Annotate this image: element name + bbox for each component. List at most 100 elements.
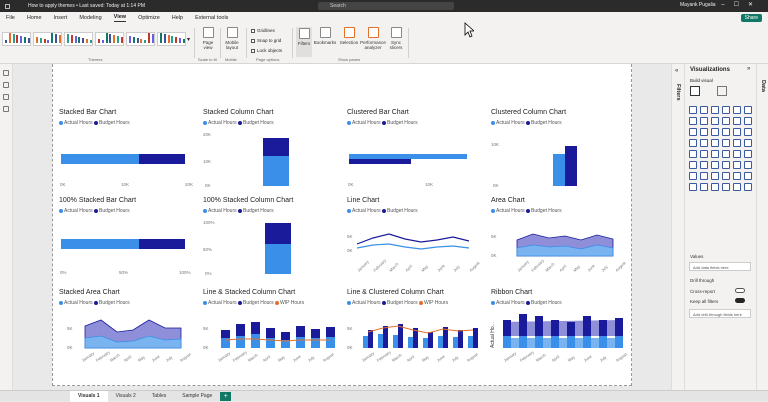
visual-type-icon[interactable] <box>733 139 741 147</box>
visual-type-icon[interactable] <box>744 139 752 147</box>
visual-type-icon[interactable] <box>744 106 752 114</box>
share-button[interactable]: Share <box>740 14 762 22</box>
theme-thumbnail[interactable] <box>126 32 155 46</box>
mobile-layout-button[interactable]: Mobile layout <box>223 27 241 50</box>
add-page-button[interactable]: + <box>220 391 232 401</box>
visual-type-icon[interactable] <box>689 117 697 125</box>
visual-type-icon[interactable] <box>711 150 719 158</box>
clustered-column-chart[interactable]: Clustered Column Chart Actual Hours Budg… <box>491 109 631 197</box>
theme-thumbnail[interactable] <box>2 32 31 46</box>
100-stacked-bar-chart[interactable]: 100% Stacked Bar Chart Actual Hours Budg… <box>59 197 199 285</box>
visual-type-icon[interactable] <box>700 172 708 180</box>
visual-type-icon[interactable] <box>700 150 708 158</box>
visual-type-icon[interactable] <box>722 117 730 125</box>
theme-thumbnail[interactable] <box>95 32 124 46</box>
cross-report-toggle[interactable] <box>735 288 745 293</box>
visual-type-icon[interactable] <box>733 150 741 158</box>
lock-objects-checkbox[interactable]: Lock objects <box>251 48 282 53</box>
visual-type-icon[interactable] <box>722 139 730 147</box>
visual-type-icon[interactable] <box>700 117 708 125</box>
menu-modeling[interactable]: Modeling <box>79 15 101 21</box>
visual-type-icon[interactable] <box>722 172 730 180</box>
visual-type-icon[interactable] <box>700 161 708 169</box>
visual-type-icon[interactable] <box>689 150 697 158</box>
menu-file[interactable]: File <box>6 15 15 21</box>
visual-type-icon[interactable] <box>689 172 697 180</box>
report-view-icon[interactable] <box>3 70 9 76</box>
visual-type-icon[interactable] <box>744 150 752 158</box>
stacked-column-chart[interactable]: Stacked Column Chart Actual Hours Budget… <box>203 109 343 197</box>
visual-type-icon[interactable] <box>722 150 730 158</box>
menu-external-tools[interactable]: External tools <box>195 15 228 21</box>
visual-type-icon[interactable] <box>711 172 719 180</box>
menu-insert[interactable]: Insert <box>54 15 68 21</box>
expand-icon[interactable]: « <box>675 68 678 74</box>
visual-type-icon[interactable] <box>722 161 730 169</box>
100-stacked-column-chart[interactable]: 100% Stacked Column Chart Actual Hours B… <box>203 197 343 285</box>
gridlines-checkbox[interactable]: Gridlines <box>251 28 275 33</box>
model-view-icon[interactable] <box>3 94 9 100</box>
visual-type-icon[interactable] <box>689 106 697 114</box>
stacked-area-chart[interactable]: Stacked Area Chart Actual Hours Budget H… <box>59 289 199 377</box>
visual-type-icon[interactable] <box>711 161 719 169</box>
visual-type-icon[interactable] <box>711 139 719 147</box>
menu-view[interactable]: View <box>113 14 127 22</box>
visual-type-icon[interactable] <box>700 128 708 136</box>
values-field-well[interactable]: Add data fields here <box>689 262 751 271</box>
keep-filters-toggle[interactable] <box>735 298 745 303</box>
theme-thumbnail[interactable] <box>33 32 62 46</box>
theme-thumbnail[interactable] <box>64 32 93 46</box>
format-visual-icon[interactable] <box>717 86 727 96</box>
visual-type-icon[interactable] <box>711 106 719 114</box>
search-box[interactable]: Search <box>318 2 454 10</box>
visual-type-icon[interactable] <box>744 183 752 191</box>
stacked-bar-chart[interactable]: Stacked Bar Chart Actual Hours Budget Ho… <box>59 109 199 197</box>
user-name[interactable]: Mayank Pugalia <box>680 2 716 8</box>
area-chart[interactable]: Area Chart Actual Hours Budget Hours 5K … <box>491 197 631 285</box>
visual-type-icon[interactable] <box>733 183 741 191</box>
visual-type-icon[interactable] <box>700 183 708 191</box>
visual-type-icon[interactable] <box>744 172 752 180</box>
visual-type-icon[interactable] <box>733 117 741 125</box>
performance-analyzer-button[interactable]: Performance analyzer <box>360 27 386 50</box>
tab-sample-page[interactable]: Sample Page <box>174 391 220 402</box>
line-chart[interactable]: Line Chart Actual Hours Budget Hours 5K … <box>347 197 487 285</box>
visual-type-icon[interactable] <box>722 128 730 136</box>
line-stacked-column-chart[interactable]: Line & Stacked Column Chart Actual Hours… <box>203 289 343 377</box>
selection-pane-button[interactable]: Selection <box>338 27 360 45</box>
page-view-button[interactable]: Page view <box>199 27 217 50</box>
bookmarks-pane-button[interactable]: Bookmarks <box>313 27 337 45</box>
visual-type-icon[interactable] <box>700 106 708 114</box>
menu-home[interactable]: Home <box>27 15 42 21</box>
visual-type-icon[interactable] <box>733 172 741 180</box>
table-view-icon[interactable] <box>3 82 9 88</box>
chevron-down-icon[interactable]: ▾ <box>187 36 190 43</box>
visual-type-icon[interactable] <box>733 161 741 169</box>
visual-type-icon[interactable] <box>722 183 730 191</box>
visual-type-icon[interactable] <box>689 139 697 147</box>
visual-type-icon[interactable] <box>700 139 708 147</box>
tab-visuals-1[interactable]: Visuals 1 <box>70 390 108 402</box>
tab-tables[interactable]: Tables <box>144 391 174 402</box>
window-controls[interactable]: –☐✕ <box>721 1 762 8</box>
visual-type-icon[interactable] <box>711 117 719 125</box>
visual-type-icon[interactable] <box>744 161 752 169</box>
theme-thumbnail[interactable] <box>157 32 186 46</box>
visual-type-icon[interactable] <box>689 183 697 191</box>
menu-help[interactable]: Help <box>172 15 183 21</box>
clustered-bar-chart[interactable]: Clustered Bar Chart Actual Hours Budget … <box>347 109 487 197</box>
visual-type-icon[interactable] <box>711 128 719 136</box>
visual-type-icon[interactable] <box>733 128 741 136</box>
collapse-icon[interactable]: » <box>747 66 750 72</box>
visual-type-icon[interactable] <box>689 128 697 136</box>
filters-pane-button[interactable]: Filters <box>296 27 312 57</box>
visual-type-icon[interactable] <box>689 161 697 169</box>
ribbon-chart[interactable]: Ribbon Chart Actual Hours Budget Hours A… <box>490 289 631 377</box>
filters-pane-collapsed[interactable]: « Filters <box>671 64 684 390</box>
build-visual-icon[interactable] <box>690 86 700 96</box>
drill-through-field-well[interactable]: Add drill-through fields here <box>689 309 751 318</box>
line-clustered-column-chart[interactable]: Line & Clustered Column Chart Actual Hou… <box>347 289 487 377</box>
sync-slicers-button[interactable]: Sync slicers <box>388 27 404 50</box>
tab-visuals-2[interactable]: Visuals 2 <box>108 391 144 402</box>
visual-type-icon[interactable] <box>733 106 741 114</box>
